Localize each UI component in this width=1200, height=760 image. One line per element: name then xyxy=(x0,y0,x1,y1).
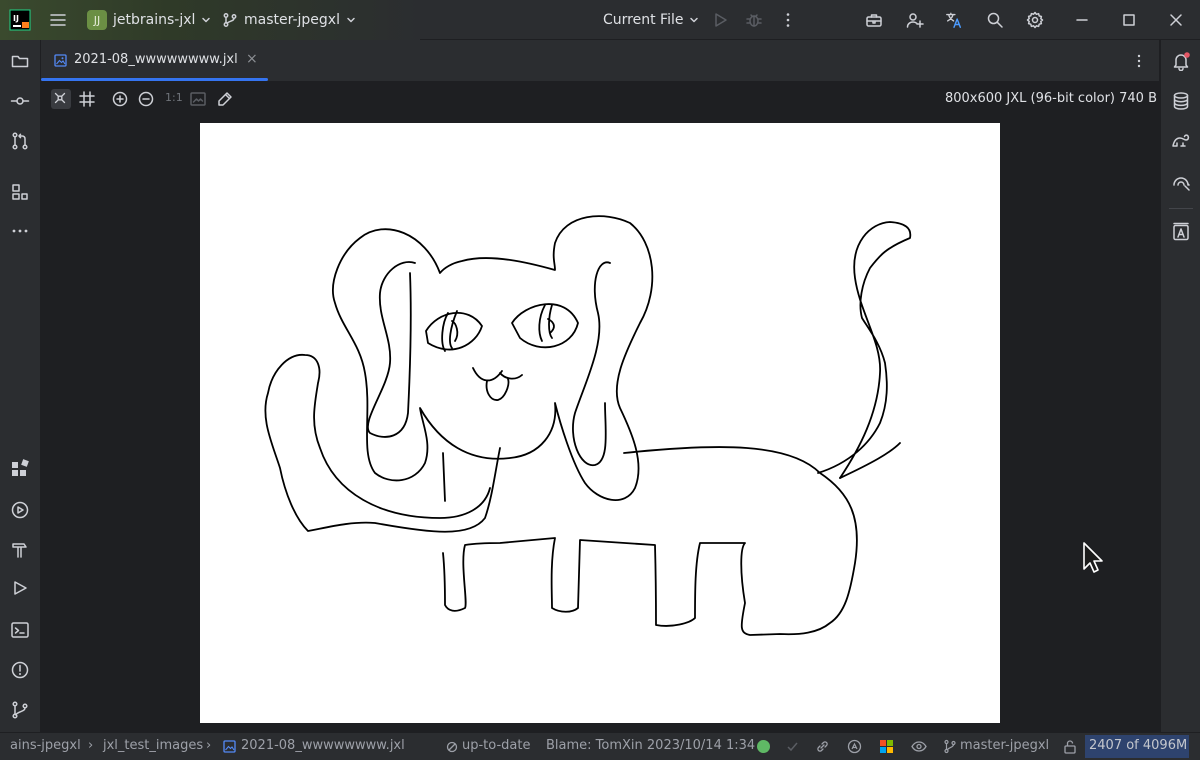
plugin-status-icon[interactable] xyxy=(847,739,862,754)
green-dot-icon[interactable] xyxy=(757,740,770,753)
branch-icon xyxy=(944,739,956,754)
image-canvas-area xyxy=(41,116,1159,732)
tab-more-icon[interactable] xyxy=(1130,52,1148,70)
structure-icon[interactable] xyxy=(10,182,30,202)
mouse-cursor-icon xyxy=(1083,542,1103,573)
more-vert-icon xyxy=(778,10,798,30)
image-editor-toolbar: 1:1 800x600 JXL (96-bit color) 740 B xyxy=(41,82,1159,116)
active-tab-indicator xyxy=(41,78,268,81)
branch-icon xyxy=(223,13,237,27)
close-icon xyxy=(1166,10,1186,30)
settings-icon xyxy=(1025,10,1045,30)
chevron-down-icon xyxy=(202,17,211,23)
more-actions-button[interactable] xyxy=(778,6,798,34)
fit-image-icon[interactable] xyxy=(189,90,207,108)
jxl-image-preview xyxy=(200,123,1000,723)
separator xyxy=(1169,208,1193,209)
translate-panel-icon[interactable] xyxy=(1171,222,1191,242)
settings-button[interactable] xyxy=(1025,6,1045,34)
project-switcher[interactable]: JJ jetbrains-jxl xyxy=(87,6,211,34)
minimize-icon xyxy=(1072,10,1092,30)
branch-switcher[interactable]: master-jpegxl xyxy=(222,6,356,34)
run-config-label: Current File xyxy=(603,12,684,28)
services-icon[interactable] xyxy=(10,500,30,520)
problems-icon[interactable] xyxy=(10,660,30,680)
translate-icon xyxy=(944,10,964,30)
run-icon xyxy=(710,10,730,30)
zoom-out-icon[interactable] xyxy=(137,90,155,108)
hamburger-menu-icon xyxy=(48,10,68,30)
pull-requests-icon[interactable] xyxy=(10,131,30,151)
more-horiz-icon[interactable] xyxy=(10,221,30,241)
toolbox-icon xyxy=(864,10,884,30)
grid-toggle-icon[interactable] xyxy=(51,89,71,109)
search-everywhere-button[interactable] xyxy=(985,6,1005,34)
project-badge: JJ xyxy=(87,10,107,30)
elephant-drawing xyxy=(264,215,912,636)
toolbox-button[interactable] xyxy=(864,6,884,34)
vcs-status[interactable]: up-to-date xyxy=(462,738,530,753)
debug-icon xyxy=(744,10,764,30)
chevron-right-icon: › xyxy=(206,738,212,753)
current-branch[interactable]: master-jpegxl xyxy=(960,738,1049,753)
database-icon[interactable] xyxy=(1171,91,1191,111)
color-picker-icon[interactable] xyxy=(216,90,234,108)
branch-name: master-jpegxl xyxy=(244,12,340,28)
chessboard-icon[interactable] xyxy=(78,90,96,108)
maximize-icon xyxy=(1119,10,1139,30)
jetbrains-icon: IJ xyxy=(9,9,31,31)
terminal-icon[interactable] xyxy=(10,620,30,640)
tab-label: 2021-08_wwwwwwww.jxl xyxy=(74,52,238,67)
chevron-down-icon xyxy=(690,17,699,23)
chevron-right-icon: › xyxy=(88,738,94,753)
tab-jxl-file[interactable]: 2021-08_wwwwwwww.jxl × xyxy=(41,40,268,81)
plugins-icon[interactable] xyxy=(10,459,30,479)
project-icon[interactable] xyxy=(10,51,30,71)
minimize-button[interactable] xyxy=(1072,6,1092,34)
actual-size-icon[interactable]: 1:1 xyxy=(165,91,183,104)
add-user-icon xyxy=(905,10,925,30)
image-file-icon xyxy=(54,54,67,67)
run-button[interactable] xyxy=(710,6,730,34)
run-configuration-selector[interactable]: Current File xyxy=(603,6,699,34)
git-icon[interactable] xyxy=(10,700,30,720)
breadcrumb-item[interactable]: ains-jpegxl xyxy=(10,738,81,753)
checkmark-icon[interactable] xyxy=(786,740,799,753)
breadcrumb-item[interactable]: 2021-08_wwwwwwww.jxl xyxy=(241,738,405,753)
chevron-down-icon xyxy=(347,17,355,23)
translate-button[interactable] xyxy=(944,6,964,34)
svg-text:IJ: IJ xyxy=(13,14,19,23)
debug-button[interactable] xyxy=(744,6,764,34)
status-bar: ains-jpegxl › jxl_test_images › 2021-08_… xyxy=(0,732,1200,760)
git-blame-info[interactable]: Blame: TomXin 2023/10/14 1:34 xyxy=(546,738,755,753)
right-tool-window-bar xyxy=(1160,40,1200,732)
jetbrains-app-icon[interactable]: IJ xyxy=(9,6,31,34)
zoom-in-icon[interactable] xyxy=(111,90,129,108)
lock-icon[interactable] xyxy=(1063,739,1077,754)
link-icon[interactable] xyxy=(815,739,830,754)
run-tool-icon[interactable] xyxy=(10,578,30,598)
search-icon xyxy=(985,10,1005,30)
gradle-icon[interactable] xyxy=(1171,131,1191,151)
memory-label[interactable]: 2407 of 4096M xyxy=(1089,738,1187,753)
build-icon[interactable] xyxy=(10,540,30,560)
left-tool-window-bar xyxy=(0,40,41,732)
eye-icon[interactable] xyxy=(911,739,927,754)
add-user-button[interactable] xyxy=(905,6,925,34)
commit-icon[interactable] xyxy=(10,91,30,111)
title-bar: IJ JJ jetbrains-jxl master-jpegxl Curren… xyxy=(0,0,1200,40)
main-menu-button[interactable] xyxy=(48,6,68,34)
windows-icon[interactable] xyxy=(879,739,894,754)
editor-tab-bar: 2021-08_wwwwwwww.jxl × xyxy=(41,40,1159,82)
image-file-icon xyxy=(223,740,236,753)
notifications-icon[interactable] xyxy=(1171,51,1191,71)
no-changes-icon xyxy=(446,741,458,753)
maximize-button[interactable] xyxy=(1119,6,1139,34)
ai-assistant-icon[interactable] xyxy=(1171,171,1191,191)
image-info: 800x600 JXL (96-bit color) 740 B xyxy=(944,91,1157,106)
project-name: jetbrains-jxl xyxy=(113,12,196,28)
breadcrumb-item[interactable]: jxl_test_images xyxy=(103,738,203,753)
tab-close-icon[interactable]: × xyxy=(246,51,258,67)
close-window-button[interactable] xyxy=(1166,6,1186,34)
